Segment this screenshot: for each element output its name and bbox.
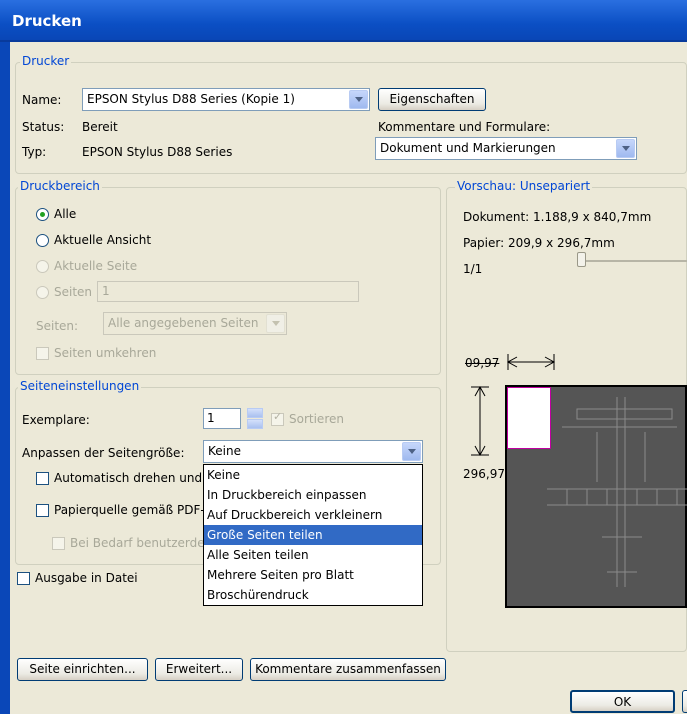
status-label: Status: xyxy=(22,120,65,134)
scaling-option[interactable]: In Druckbereich einpassen xyxy=(204,485,422,505)
window-border xyxy=(0,42,10,714)
radio-current-view-label: Aktuelle Ansicht xyxy=(54,233,152,247)
chevron-down-icon[interactable] xyxy=(266,314,285,333)
radio-current-page-label: Aktuelle Seite xyxy=(54,259,138,273)
type-value: EPSON Stylus D88 Series xyxy=(82,145,233,159)
copies-input[interactable]: 1 xyxy=(203,408,241,429)
copies-stepper[interactable] xyxy=(247,408,263,429)
page-slider-thumb[interactable] xyxy=(577,252,586,267)
window-title: Drucken xyxy=(12,12,82,30)
output-file-label: Ausgabe in Datei xyxy=(35,571,138,585)
scaling-select[interactable]: Keine xyxy=(203,440,423,463)
summarize-comments-button[interactable]: Kommentare zusammenfassen xyxy=(250,658,446,681)
scaling-option[interactable]: Keine xyxy=(204,465,422,485)
title-bar: Drucken xyxy=(0,0,687,42)
radio-all[interactable] xyxy=(36,208,49,221)
chevron-down-icon[interactable] xyxy=(349,90,368,109)
radio-pages-label: Seiten xyxy=(54,285,93,299)
print-preview xyxy=(505,385,687,608)
page-slider-track[interactable] xyxy=(580,260,687,262)
height-dimension-arrow xyxy=(471,385,489,457)
cancel-button[interactable] xyxy=(682,690,687,713)
stepper-up-icon[interactable] xyxy=(247,408,263,418)
custom-paper-label: Bei Bedarf benutzerde xyxy=(70,536,205,550)
scaling-label: Anpassen der Seitengröße: xyxy=(22,446,185,460)
comments-select[interactable]: Dokument und Markierungen xyxy=(375,137,637,160)
scaling-dropdown-list: Keine In Druckbereich einpassen Auf Druc… xyxy=(203,464,423,606)
document-size: Dokument: 1.188,9 x 840,7mm xyxy=(463,210,652,224)
chevron-down-icon[interactable] xyxy=(402,442,421,461)
paper-source-label: Papierquelle gemäß PDF- xyxy=(54,503,205,517)
comments-label: Kommentare und Formulare: xyxy=(378,120,551,134)
page-settings-group-label: Seiteneinstellungen xyxy=(18,379,142,393)
paper-source-checkbox[interactable] xyxy=(36,504,49,517)
type-label: Typ: xyxy=(22,145,47,159)
subset-value: Alle angegebenen Seiten xyxy=(108,316,259,330)
printer-name-select[interactable]: EPSON Stylus D88 Series (Kopie 1) xyxy=(82,88,370,111)
status-value: Bereit xyxy=(82,120,118,134)
preview-group-label: Vorschau: Unsepariert xyxy=(455,179,593,193)
subset-label: Seiten: xyxy=(36,319,79,333)
printer-group-label: Drucker xyxy=(20,54,72,68)
scaling-option[interactable]: Mehrere Seiten pro Blatt xyxy=(204,565,422,585)
custom-paper-checkbox[interactable] xyxy=(52,537,65,550)
scaling-option[interactable]: Broschürendruck xyxy=(204,585,422,605)
radio-pages[interactable] xyxy=(36,286,49,299)
advanced-button[interactable]: Erweitert... xyxy=(155,658,243,681)
printer-name-label: Name: xyxy=(22,93,62,107)
page-tile xyxy=(507,387,551,449)
output-file-checkbox[interactable] xyxy=(17,572,30,585)
height-dimension: 296,97 xyxy=(463,467,505,481)
printer-name-value: EPSON Stylus D88 Series (Kopie 1) xyxy=(87,92,295,106)
paper-size: Papier: 209,9 x 296,7mm xyxy=(463,236,615,250)
pages-input[interactable]: 1 xyxy=(97,281,359,302)
reverse-pages-checkbox[interactable] xyxy=(36,347,49,360)
scaling-option[interactable]: Alle Seiten teilen xyxy=(204,545,422,565)
width-dimension: 09,97 xyxy=(465,356,500,370)
copies-value: 1 xyxy=(207,411,215,425)
scaling-value: Keine xyxy=(208,444,241,458)
subset-select[interactable]: Alle angegebenen Seiten xyxy=(103,312,287,335)
auto-rotate-label: Automatisch drehen und xyxy=(54,471,203,485)
page-counter: 1/1 xyxy=(463,262,483,276)
scaling-option[interactable]: Auf Druckbereich verkleinern xyxy=(204,505,422,525)
stepper-down-icon[interactable] xyxy=(247,419,263,429)
auto-rotate-checkbox[interactable] xyxy=(36,472,49,485)
pages-input-value: 1 xyxy=(102,284,110,298)
reverse-pages-label: Seiten umkehren xyxy=(54,346,157,360)
check-icon: ✓ xyxy=(273,410,283,423)
radio-current-view[interactable] xyxy=(36,234,49,247)
scaling-option-highlighted[interactable]: Große Seiten teilen xyxy=(204,525,422,545)
copies-label: Exemplare: xyxy=(22,413,90,427)
collate-label: Sortieren xyxy=(289,412,344,426)
print-range-group-label: Druckbereich xyxy=(18,179,102,193)
ok-button[interactable]: OK xyxy=(570,690,675,713)
width-dimension-arrow xyxy=(506,354,556,370)
chevron-down-icon[interactable] xyxy=(616,139,635,158)
radio-current-page[interactable] xyxy=(36,260,49,273)
page-setup-button[interactable]: Seite einrichten... xyxy=(17,658,148,681)
properties-button[interactable]: Eigenschaften xyxy=(378,88,486,111)
radio-all-label: Alle xyxy=(54,207,77,221)
comments-value: Dokument und Markierungen xyxy=(380,141,556,155)
